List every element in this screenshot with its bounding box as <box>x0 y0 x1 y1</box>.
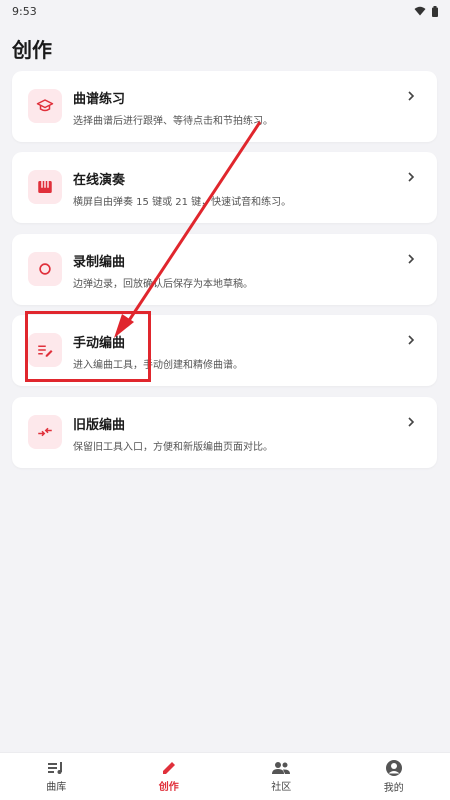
status-time: 9:53 <box>12 4 37 18</box>
graduation-cap-icon <box>28 89 62 123</box>
card-title: 在线演奏 <box>73 173 126 188</box>
card-score-practice[interactable]: 曲谱练习 选择曲谱后进行跟弹、等待点击和节拍练习。 <box>12 71 437 142</box>
wifi-icon <box>414 6 426 16</box>
card-desc: 保留旧工具入口，方便和新版编曲页面对比。 <box>73 442 273 453</box>
music-library-icon <box>48 762 63 774</box>
chevron-right-icon <box>408 417 415 427</box>
nav-label: 我的 <box>383 783 404 794</box>
card-title: 旧版编曲 <box>73 418 126 433</box>
record-circle-icon <box>28 252 62 286</box>
card-title: 曲谱练习 <box>73 92 126 107</box>
swap-arrows-icon <box>28 415 62 449</box>
card-online-play[interactable]: 在线演奏 横屏自由弹奏 15 键或 21 键，快速试音和练习。 <box>12 152 437 223</box>
nav-item-library[interactable]: 曲库 <box>0 753 113 800</box>
chevron-right-icon <box>408 254 415 264</box>
piano-icon <box>28 170 62 204</box>
chevron-right-icon <box>408 91 415 101</box>
chevron-right-icon <box>408 172 415 182</box>
nav-label: 创作 <box>158 782 179 793</box>
card-desc: 横屏自由弹奏 15 键或 21 键，快速试音和练习。 <box>73 197 292 208</box>
page-title: 创作 <box>12 38 52 62</box>
chevron-right-icon <box>408 335 415 345</box>
nav-label: 社区 <box>271 782 292 793</box>
card-desc: 边弹边录，回放确认后保存为本地草稿。 <box>73 279 253 290</box>
people-icon <box>272 762 291 774</box>
battery-icon <box>432 5 438 17</box>
status-icons <box>414 5 438 17</box>
nav-item-profile[interactable]: 我的 <box>338 753 450 800</box>
card-legacy-compose[interactable]: 旧版编曲 保留旧工具入口，方便和新版编曲页面对比。 <box>12 397 437 468</box>
profile-icon <box>385 760 402 776</box>
card-title: 录制编曲 <box>73 255 126 270</box>
nav-label: 曲库 <box>46 782 67 793</box>
bottom-nav: 曲库 创作 社区 我的 <box>0 752 450 800</box>
annotation-highlight-box <box>25 311 151 382</box>
card-desc: 选择曲谱后进行跟弹、等待点击和节拍练习。 <box>73 116 273 127</box>
pencil-icon <box>162 762 175 774</box>
nav-item-community[interactable]: 社区 <box>225 753 338 800</box>
status-bar: 9:53 <box>0 0 450 22</box>
nav-item-create[interactable]: 创作 <box>113 753 226 800</box>
card-record-compose[interactable]: 录制编曲 边弹边录，回放确认后保存为本地草稿。 <box>12 234 437 305</box>
